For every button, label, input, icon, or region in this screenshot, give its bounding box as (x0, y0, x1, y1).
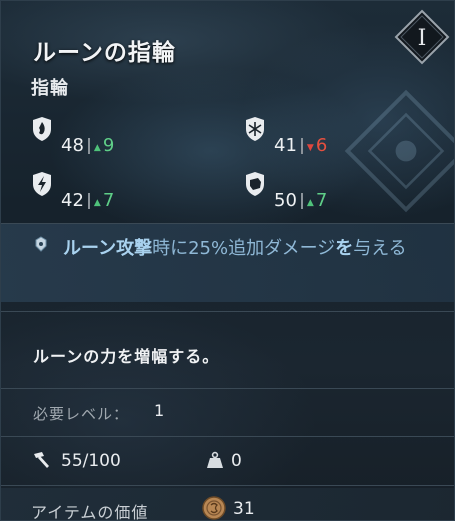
item-description: ルーンの力を増幅する。 (33, 347, 220, 366)
arrow-up-icon: ▲ (93, 198, 101, 208)
arrow-up-icon: ▲ (93, 143, 101, 153)
lightning-shield-icon (33, 172, 51, 196)
weight-value: 0 (231, 451, 242, 471)
frost-shield-icon (246, 117, 264, 141)
stat-delta: 7 (315, 190, 328, 211)
arrow-up-icon: ▲ (306, 198, 314, 208)
stat-slash: 48 ▲ 9 (31, 116, 114, 156)
stat-separator (87, 138, 90, 154)
stat-lightning: 42 ▲ 7 (31, 171, 114, 211)
item-tooltip: ルーンの指輪 指輪 I 48 ▲ 9 41 ▼ 6 42 ▲ 7 50 ▲ 7 … (0, 0, 455, 521)
coin-icon (202, 496, 226, 520)
arrow-down-icon: ▼ (306, 143, 314, 153)
tier-label: I (418, 26, 427, 51)
tier-badge: I (394, 9, 450, 65)
rune-watermark-icon (344, 89, 454, 213)
required-level-label: 必要レベル： (33, 405, 130, 423)
stat-delta: 7 (102, 190, 115, 211)
item-value-label: アイテムの価値 (31, 503, 149, 521)
stat-value: 42 (61, 190, 84, 211)
stat-frost: 41 ▼ 6 (244, 116, 327, 156)
divider (1, 485, 454, 486)
item-name: ルーンの指輪 (33, 40, 176, 66)
rune-gem-icon (35, 236, 47, 252)
effect-description: ルーン攻撃時に25%追加ダメージを与える (63, 233, 453, 264)
divider (1, 436, 454, 437)
divider (1, 311, 454, 312)
stat-delta: 6 (315, 135, 328, 156)
stat-separator (300, 193, 303, 209)
durability-value: 55/100 (61, 451, 121, 471)
stat-separator (300, 138, 303, 154)
required-level-value: 1 (154, 401, 165, 420)
hammer-icon (34, 452, 49, 468)
item-type: 指輪 (31, 78, 69, 99)
effect-text-end: 与える (353, 238, 407, 259)
weight-icon (207, 451, 223, 468)
stat-value: 48 (61, 135, 84, 156)
fist-shield-icon (246, 172, 264, 196)
stat-delta: 9 (102, 135, 115, 156)
effect-particle: を (335, 238, 354, 259)
stat-strike: 50 ▲ 7 (244, 171, 327, 211)
effect-highlight: ルーン攻撃 (63, 238, 153, 259)
divider (1, 388, 454, 389)
effect-text-mid: 時に25%追加ダメージ (152, 238, 336, 259)
stat-value: 41 (274, 135, 297, 156)
item-value-number: 31 (233, 499, 255, 519)
stat-separator (87, 193, 90, 209)
slash-damage-shield-icon (33, 117, 51, 141)
stat-value: 50 (274, 190, 297, 211)
